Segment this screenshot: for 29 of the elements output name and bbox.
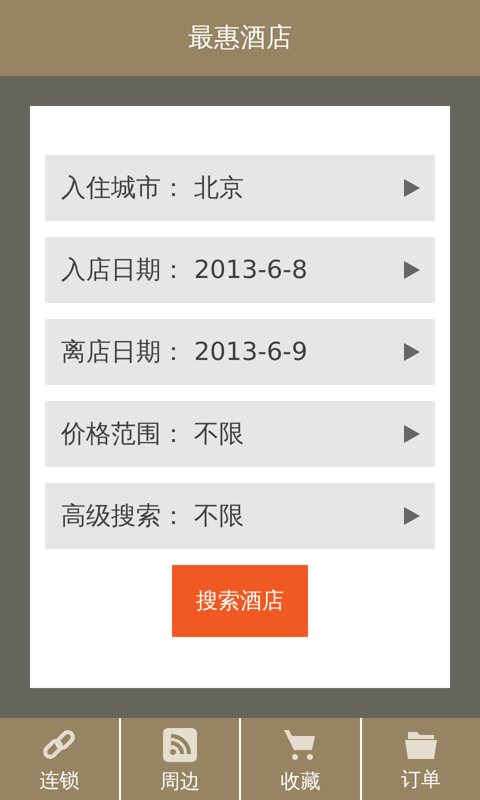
field-value: 2013-6-9 [194, 336, 308, 368]
tab[interactable]: 订单 [360, 718, 480, 800]
link-icon [41, 729, 78, 761]
header-title: 最惠酒店 [188, 22, 292, 54]
arrow-right-icon [403, 178, 421, 198]
folder-icon [404, 730, 438, 760]
form-row[interactable]: 入住城市： 北京 [45, 155, 435, 221]
field-value: 不限 [194, 418, 244, 450]
rss-icon [162, 728, 197, 762]
field-value: 北京 [194, 172, 244, 204]
tab[interactable]: 连锁 [0, 718, 118, 800]
field-label: 高级搜索： [61, 500, 186, 532]
arrow-right-icon [403, 260, 421, 280]
cart-icon [283, 728, 318, 762]
arrow-right-icon [403, 342, 421, 362]
arrow-right-icon [403, 424, 421, 444]
field-value: 不限 [194, 500, 244, 532]
form-row[interactable]: 高级搜索： 不限 [45, 483, 435, 549]
form-row[interactable]: 离店日期： 2013-6-9 [45, 319, 435, 385]
field-label: 价格范围： [61, 418, 186, 450]
tab[interactable]: 收藏 [239, 718, 360, 800]
field-label: 离店日期： [61, 336, 186, 368]
form-row[interactable]: 入店日期： 2013-6-8 [45, 237, 435, 303]
arrow-right-icon [403, 506, 421, 526]
field-label: 入住城市： [61, 172, 186, 204]
form-row[interactable]: 价格范围： 不限 [45, 401, 435, 467]
field-value: 2013-6-8 [194, 254, 308, 286]
field-label: 入店日期： [61, 254, 186, 286]
tab[interactable]: 周边 [118, 718, 239, 800]
